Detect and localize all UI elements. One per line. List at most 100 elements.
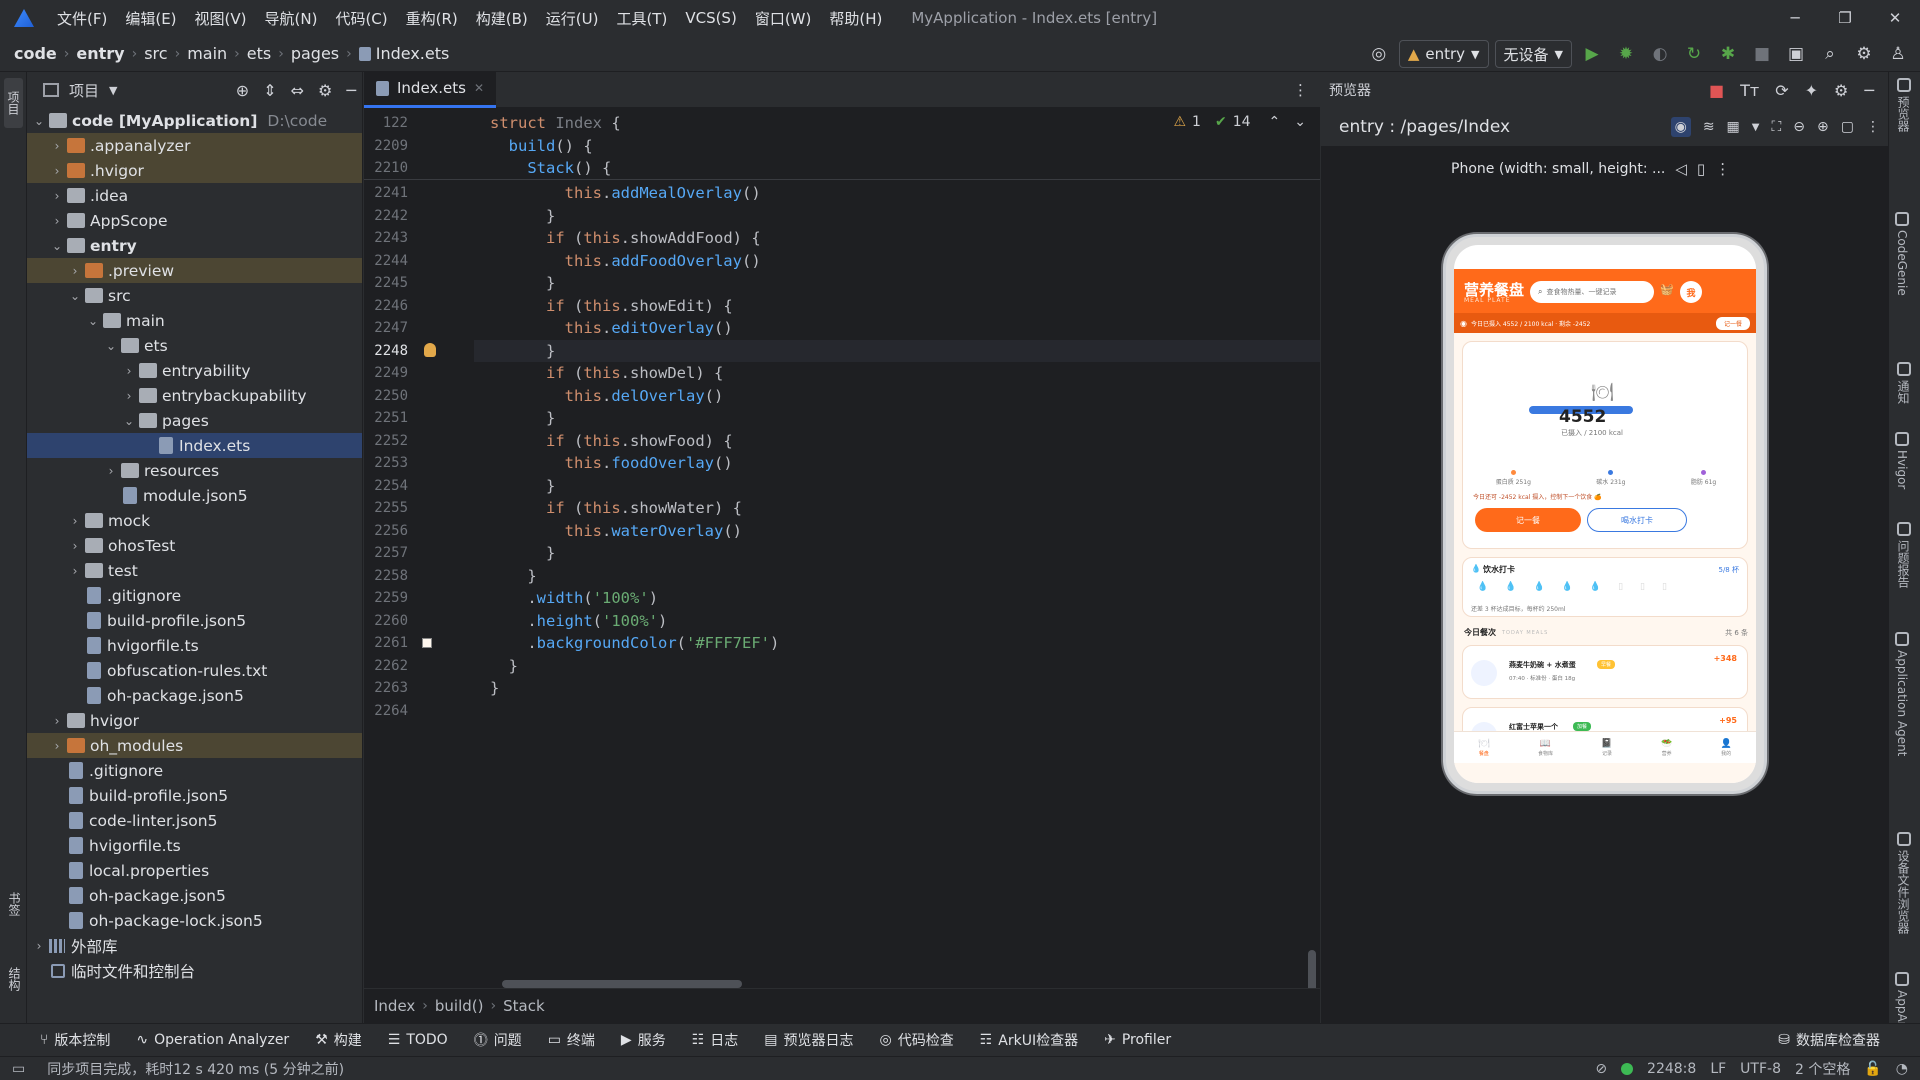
menu-item[interactable]: 文件(F): [57, 8, 107, 29]
target-icon[interactable]: ◎: [1365, 40, 1393, 68]
database-inspector-button[interactable]: ⛁ 数据库检查器: [1778, 1030, 1880, 1050]
bottom-tool-button[interactable]: ◎ 代码检查: [880, 1030, 954, 1050]
file-encoding[interactable]: UTF-8: [1740, 1061, 1781, 1077]
bottom-tool-button[interactable]: ✈ Profiler: [1104, 1032, 1171, 1048]
water-cup-icon[interactable]: ▯: [1640, 582, 1645, 592]
code-breadcrumb-item[interactable]: Stack: [503, 997, 545, 1015]
bottom-tool-button[interactable]: ∿ Operation Analyzer: [136, 1032, 289, 1048]
tree-item[interactable]: .gitignore: [27, 758, 362, 783]
back-icon[interactable]: ◁: [1675, 160, 1687, 178]
zoom-in-icon[interactable]: ⊕: [1817, 119, 1829, 135]
tree-item[interactable]: › resources: [27, 458, 362, 483]
tree-item[interactable]: › .appanalyzer: [27, 133, 362, 158]
indent-setting[interactable]: 2 个空格: [1795, 1059, 1850, 1079]
tree-item[interactable]: ⌄ main: [27, 308, 362, 333]
water-cup-icon[interactable]: 💧: [1533, 582, 1544, 592]
water-cup-icon[interactable]: 💧: [1505, 582, 1516, 592]
debug-icon[interactable]: ✹: [1612, 40, 1640, 68]
close-tab-icon[interactable]: ✕: [474, 81, 484, 95]
right-tool-button[interactable]: Hvigor: [1895, 432, 1909, 489]
tab-index-ets[interactable]: Index.ets ✕: [364, 71, 497, 108]
stop-preview-icon[interactable]: ■: [1709, 81, 1724, 100]
water-cup-icon[interactable]: 💧: [1477, 582, 1488, 592]
device-label[interactable]: Phone (width: small, height: ...: [1451, 161, 1665, 177]
tree-item[interactable]: ⌄ pages: [27, 408, 362, 433]
breadcrumb-item[interactable]: main: [187, 44, 227, 63]
ruler-icon[interactable]: ⋮: [1866, 119, 1880, 135]
tree-item[interactable]: .gitignore: [27, 583, 362, 608]
code-breadcrumb-item[interactable]: build(): [435, 997, 484, 1015]
rotate-icon[interactable]: ▯: [1697, 160, 1705, 178]
right-tool-button[interactable]: 通知: [1895, 362, 1912, 404]
tree-item[interactable]: › AppScope: [27, 208, 362, 233]
attach-debugger-icon[interactable]: ◐: [1646, 40, 1674, 68]
tree-item[interactable]: oh-package-lock.json5: [27, 908, 362, 933]
app-tab[interactable]: 🥗 营养: [1661, 739, 1672, 757]
code-area[interactable]: struct Index { build() { Stack() { this.…: [364, 108, 1320, 988]
refresh-icon[interactable]: ⟳: [1775, 81, 1788, 100]
menu-item[interactable]: 导航(N): [265, 8, 318, 29]
run-icon[interactable]: ▶: [1578, 40, 1606, 68]
bottom-tool-button[interactable]: ⚒ 构建: [315, 1030, 362, 1050]
maximize-icon[interactable]: ❐: [1820, 9, 1870, 27]
minimize-icon[interactable]: ─: [1770, 9, 1820, 27]
breadcrumb-item[interactable]: Index.ets: [376, 44, 450, 63]
water-cup-icon[interactable]: ▯: [1618, 582, 1623, 592]
connection-status-icon[interactable]: [1621, 1062, 1634, 1075]
water-cup-icon[interactable]: 💧: [1590, 582, 1601, 592]
tree-root[interactable]: ⌄ code [MyApplication] D:\code: [27, 108, 362, 133]
menu-item[interactable]: 帮助(H): [829, 8, 882, 29]
bottom-tool-button[interactable]: ⑂ 版本控制: [40, 1030, 110, 1050]
bottom-tool-button[interactable]: ▤ 预览器日志: [764, 1030, 853, 1050]
editor-scrollbar[interactable]: [1308, 950, 1316, 992]
grid-icon[interactable]: ▦: [1727, 119, 1740, 135]
menu-item[interactable]: 重构(R): [406, 8, 458, 29]
app-search[interactable]: ⌕ 查食物热量、一键记录: [1530, 281, 1654, 303]
hide-icon[interactable]: ─: [346, 81, 356, 100]
line-separator[interactable]: LF: [1710, 1061, 1726, 1077]
inspector-icon[interactable]: ✦: [1805, 81, 1818, 100]
bottom-tool-button[interactable]: ☶ ArkUI检查器: [980, 1030, 1078, 1050]
tree-item[interactable]: hvigorfile.ts: [27, 833, 362, 858]
tree-item[interactable]: › .preview: [27, 258, 362, 283]
right-tool-button[interactable]: 问题报告: [1895, 522, 1912, 588]
tree-item[interactable]: › oh_modules: [27, 733, 362, 758]
tree-item[interactable]: ⌄ src: [27, 283, 362, 308]
tree-item[interactable]: module.json5: [27, 483, 362, 508]
tree-item[interactable]: › hvigor: [27, 708, 362, 733]
tree-item[interactable]: oh-package.json5: [27, 883, 362, 908]
menu-item[interactable]: VCS(S): [685, 9, 736, 27]
tree-item[interactable]: › .idea: [27, 183, 362, 208]
profile-icon[interactable]: ✱: [1714, 40, 1742, 68]
module-combo[interactable]: ▲ entry ▼: [1398, 40, 1489, 68]
notifications-icon[interactable]: ◔: [1896, 1061, 1908, 1077]
intention-bulb-icon[interactable]: [424, 342, 436, 357]
tree-item[interactable]: › test: [27, 558, 362, 583]
expand-all-icon[interactable]: ⇕: [263, 81, 276, 100]
app-tab[interactable]: 🍽 餐盘: [1478, 739, 1489, 757]
bookmarks-tool-button[interactable]: 书签: [6, 892, 23, 916]
tree-item[interactable]: › entryability: [27, 358, 362, 383]
project-panel-title[interactable]: 项目: [69, 80, 99, 101]
settings-icon[interactable]: ⚙: [318, 81, 332, 100]
tree-item[interactable]: Index.ets: [27, 433, 362, 458]
tree-item[interactable]: › mock: [27, 508, 362, 533]
tree-item[interactable]: › 外部库: [27, 933, 362, 958]
more-tabs-icon[interactable]: ⋮: [1293, 81, 1308, 99]
water-cup-icon[interactable]: 💧: [1562, 582, 1573, 592]
menu-item[interactable]: 工具(T): [616, 8, 667, 29]
status-toggle-icon[interactable]: ▭: [12, 1061, 25, 1077]
tree-item[interactable]: local.properties: [27, 858, 362, 883]
right-tool-button[interactable]: Application Agent: [1895, 632, 1909, 756]
bottom-tool-button[interactable]: ▭ 终端: [548, 1030, 595, 1050]
avatar[interactable]: 我: [1680, 281, 1702, 303]
caret-position[interactable]: 2248:8: [1647, 1061, 1696, 1077]
locate-icon[interactable]: ⊕: [236, 81, 249, 100]
menu-item[interactable]: 构建(B): [476, 8, 528, 29]
menu-item[interactable]: 运行(U): [546, 8, 599, 29]
right-tool-button[interactable]: CodeGenie: [1895, 212, 1909, 296]
horizontal-scrollbar[interactable]: [502, 980, 742, 988]
tree-item[interactable]: obfuscation-rules.txt: [27, 658, 362, 683]
settings-icon[interactable]: ⚙: [1850, 40, 1878, 68]
breadcrumb-item[interactable]: src: [144, 44, 167, 63]
